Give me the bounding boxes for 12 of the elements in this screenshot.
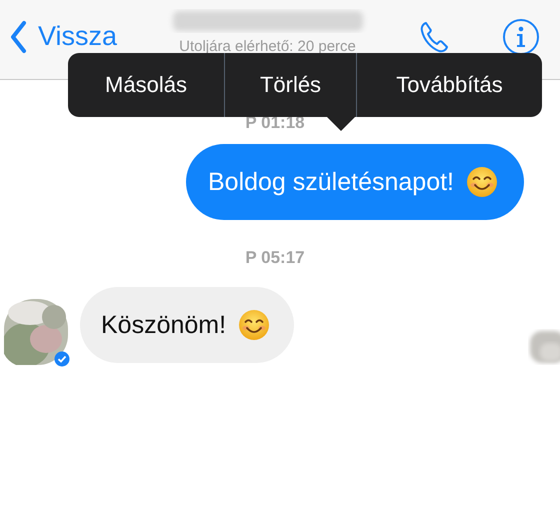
timestamp: P 05:17	[245, 248, 305, 268]
message-bubble[interactable]: Köszönöm!	[80, 287, 294, 363]
message-text: Köszönöm!	[101, 310, 226, 340]
message-text: Boldog születésnapot!	[208, 168, 454, 196]
status-text: Utoljára elérhető: 20 perce	[179, 39, 356, 55]
menu-item[interactable]: Törlés	[225, 53, 356, 117]
info-icon[interactable]	[502, 18, 540, 56]
message-bubble[interactable]: Boldog születésnapot!	[186, 144, 524, 220]
menu-item[interactable]: Másolás	[68, 53, 224, 117]
menu-item[interactable]: Továbbítás	[357, 53, 542, 117]
chevron-icon	[8, 20, 28, 54]
back-button[interactable]: Vissza	[8, 20, 118, 54]
